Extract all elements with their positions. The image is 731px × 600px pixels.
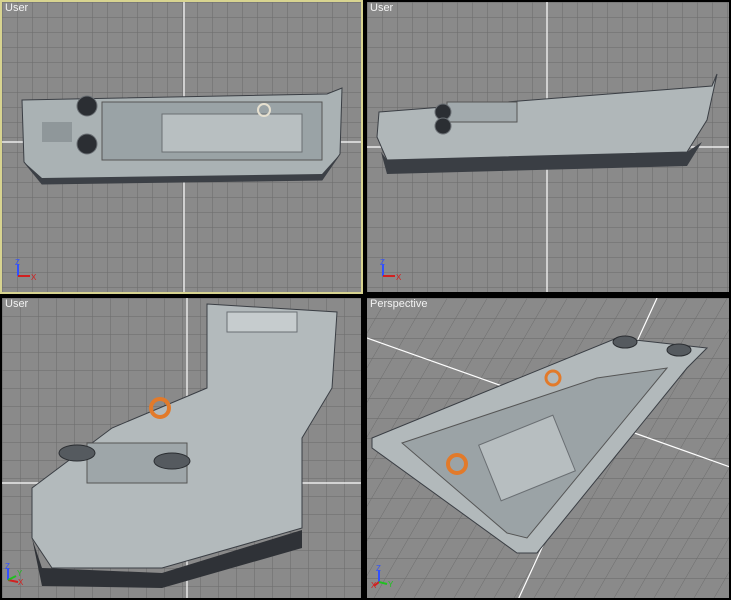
svg-text:X: X xyxy=(371,581,377,588)
svg-text:Y: Y xyxy=(388,580,394,588)
viewport-canvas xyxy=(2,2,361,292)
viewport-top-right[interactable]: User Z X xyxy=(365,0,731,294)
svg-text:Z: Z xyxy=(380,258,385,267)
viewport-label[interactable]: User xyxy=(5,298,28,310)
svg-text:Z: Z xyxy=(376,564,381,573)
viewport-label[interactable]: Perspective xyxy=(370,298,427,310)
svg-text:X: X xyxy=(31,273,36,282)
svg-text:X: X xyxy=(396,273,401,282)
svg-text:Y: Y xyxy=(17,569,23,578)
viewport-canvas xyxy=(2,298,361,598)
svg-text:X: X xyxy=(18,578,24,586)
axis-gizmo: Z X xyxy=(380,258,401,282)
viewport-bottom-left[interactable]: User Z X Y xyxy=(0,296,363,600)
viewport-canvas xyxy=(367,298,729,598)
viewport-label[interactable]: User xyxy=(370,2,393,14)
axis-gizmo: Z X Y xyxy=(371,564,394,588)
axis-gizmo: Z X Y xyxy=(5,562,24,586)
viewport-canvas xyxy=(367,2,729,292)
boat-model[interactable] xyxy=(21,87,343,185)
svg-text:Z: Z xyxy=(5,562,10,571)
axis-gizmo: Z X xyxy=(15,258,36,282)
viewport-top-left[interactable]: User Z X xyxy=(0,0,363,294)
viewport-bottom-right[interactable]: Perspective Z X Y xyxy=(365,296,731,600)
viewport-label[interactable]: User xyxy=(5,2,28,14)
svg-text:Z: Z xyxy=(15,258,20,267)
